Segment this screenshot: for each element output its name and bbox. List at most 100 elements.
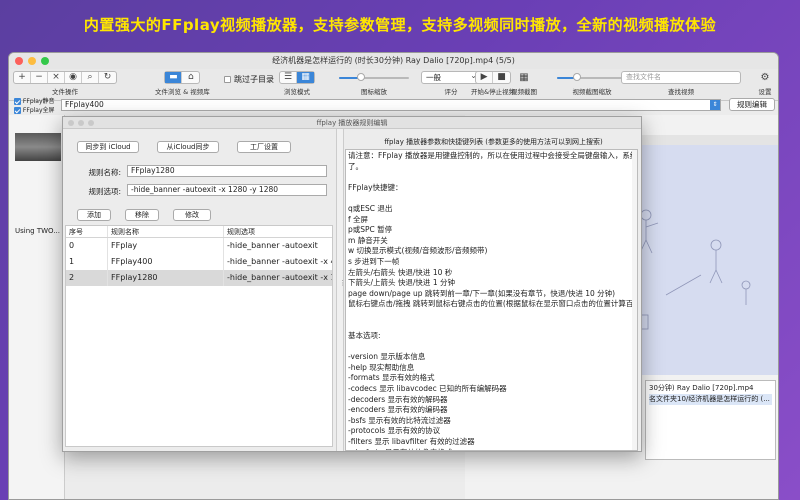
dialog-title: ffplay 播放器规则编辑 bbox=[316, 119, 388, 127]
play-icon[interactable]: ▶ bbox=[476, 72, 494, 83]
settings-group: ⚙ 设置 bbox=[757, 71, 773, 96]
help-line: s 步进到下一帧 bbox=[348, 256, 400, 266]
split-view-divider[interactable]: ⋮ bbox=[336, 129, 346, 451]
list-item[interactable]: 30分钟) Ray Dalio [720p].mp4 bbox=[649, 383, 772, 394]
help-line: f 全屏 bbox=[348, 214, 369, 224]
screenshot-zoom-label: 视频截图缩放 bbox=[572, 88, 612, 96]
help-line: 鼠标右键点击/拖拽 跳转到鼠标右键点击的位置(根据鼠标在显示窗口点击的位置计算百 bbox=[348, 299, 634, 309]
title-bar: 经济机器是怎样运行的 (时长30分钟) Ray Dalio [720p].mp4… bbox=[9, 53, 778, 69]
cell-name: FFplay400 bbox=[108, 254, 224, 270]
fullscreen-option[interactable]: FFplay全屏 bbox=[14, 106, 55, 115]
browse-label: 文件浏览 & 视频库 bbox=[155, 88, 210, 96]
minus-icon[interactable]: − bbox=[31, 72, 48, 83]
help-scrollbar[interactable] bbox=[632, 150, 637, 450]
rule-name-input[interactable]: FFplay1280 bbox=[127, 165, 327, 177]
screenshot-zoom-group: 视频截图缩放 bbox=[557, 71, 627, 96]
skip-dir-option[interactable]: 跳过子目录 bbox=[224, 74, 274, 85]
fullscreen-checkbox[interactable] bbox=[14, 107, 21, 114]
close-icon[interactable]: × bbox=[48, 72, 65, 83]
promo-headline: 内置强大的FFplay视频播放器，支持参数管理，支持多视频同时播放，全新的视频播… bbox=[83, 16, 717, 34]
close-window-button[interactable] bbox=[15, 57, 23, 65]
search-input[interactable]: 查找文件名 bbox=[621, 71, 741, 84]
minimize-window-button[interactable] bbox=[28, 57, 36, 65]
cell-options: -hide_banner -autoexit bbox=[227, 241, 318, 250]
folder-icon[interactable]: ▬ bbox=[165, 72, 183, 83]
column-header-name[interactable]: 规则名称 bbox=[108, 226, 224, 237]
help-line: 左箭头/右箭头 快退/快进 10 秒 bbox=[348, 267, 453, 277]
screenshot-grid-icon[interactable]: ▦ bbox=[513, 71, 535, 84]
skip-dir-checkbox[interactable] bbox=[224, 76, 231, 83]
help-line: 下箭头/上箭头 快退/快进 1 分钟 bbox=[348, 278, 455, 288]
dialog-close-button[interactable] bbox=[68, 120, 74, 126]
help-text-view[interactable]: 请注意：FFplay 播放器是用键盘控制的，所以在使用过程中会接受全局键盘输入，… bbox=[345, 149, 638, 451]
rule-name-label: 规则名称: bbox=[88, 168, 121, 177]
video-list-panel: Using TWO... bbox=[9, 115, 65, 499]
remove-rule-button[interactable]: 移除 bbox=[125, 209, 159, 221]
dialog-zoom-button[interactable] bbox=[88, 120, 94, 126]
video-thumbnail[interactable] bbox=[15, 133, 61, 161]
help-line: 基本选项: bbox=[348, 331, 381, 341]
stop-icon[interactable]: ■ bbox=[493, 72, 510, 83]
cell-options: -hide_banner -autoexit -x 4 bbox=[227, 257, 332, 266]
rule-edit-button[interactable]: 规则编辑 bbox=[729, 98, 775, 111]
rating-label: 评分 bbox=[444, 88, 458, 96]
icon-zoom-group: 图标缩放 bbox=[339, 71, 409, 96]
help-line: -codecs 显示 libavcodec 已知的所有编解码器 bbox=[348, 384, 507, 394]
rule-options-input[interactable]: -hide_banner -autoexit -x 1280 -y 1280 bbox=[127, 184, 327, 196]
sync-from-icloud-button[interactable]: 从iCloud同步 bbox=[157, 141, 219, 153]
help-line: -bsfs 显示有效的比特流过滤器 bbox=[348, 415, 451, 425]
mute-checkbox[interactable] bbox=[14, 98, 21, 105]
sync-to-icloud-button[interactable]: 同步到 iCloud bbox=[77, 141, 139, 153]
table-row-selected[interactable]: 2 FFplay1280 -hide_banner -autoexit -x 1 bbox=[66, 270, 332, 286]
video-info-list: 30分钟) Ray Dalio [720p].mp4 名文件夹10/经济机器是怎… bbox=[645, 380, 776, 460]
cell-name: FFplay1280 bbox=[108, 270, 224, 286]
search-group: 查找文件名 查找视频 bbox=[621, 71, 741, 96]
help-line: -pix_fmts 显示有效的像素格式 bbox=[348, 448, 635, 450]
ffplay-options: FFplay静音 FFplay全屏 bbox=[14, 97, 55, 115]
list-view-icon[interactable]: ☰ bbox=[280, 72, 297, 83]
factory-settings-button[interactable]: 工厂设置 bbox=[237, 141, 291, 153]
list-item[interactable]: 名文件夹10/经济机器是怎样运行的 (... bbox=[649, 394, 772, 405]
file-ops-group: + − × ◉ ⌕ ↻ 文件操作 bbox=[13, 71, 117, 96]
screenshot-label: 视频截图 bbox=[511, 88, 537, 96]
help-line: -filters 显示 libavfilter 有效的过滤器 bbox=[348, 437, 475, 447]
search-icon[interactable]: ⌕ bbox=[82, 72, 99, 83]
column-header-index[interactable]: 序号 bbox=[66, 226, 108, 237]
screenshot-zoom-slider[interactable] bbox=[557, 71, 627, 84]
help-line bbox=[348, 321, 635, 332]
table-row[interactable]: 0 FFplay -hide_banner -autoexit bbox=[66, 238, 332, 254]
play-stop-group: ▶ ■ 开始&停止视频 bbox=[471, 71, 515, 96]
dialog-title-bar: ffplay 播放器规则编辑 bbox=[63, 117, 641, 129]
dialog-minimize-button[interactable] bbox=[78, 120, 84, 126]
help-line bbox=[348, 310, 635, 321]
gear-icon[interactable]: ⚙ bbox=[757, 71, 773, 84]
chevron-down-icon[interactable]: ⇕ bbox=[710, 100, 720, 110]
file-ops-label: 文件操作 bbox=[52, 88, 78, 96]
help-line: 请注意：FFplay 播放器是用键盘控制的，所以在使用过程中会接受全局键盘输入，… bbox=[348, 151, 638, 160]
help-line: -protocols 显示有效的协议 bbox=[348, 426, 441, 436]
cell-options: -hide_banner -autoexit -x 1 bbox=[227, 273, 332, 282]
cell-index: 1 bbox=[66, 254, 108, 270]
cell-index: 2 bbox=[66, 270, 108, 286]
rule-select-value: FFplay400 bbox=[65, 100, 104, 109]
table-row[interactable]: 1 FFplay400 -hide_banner -autoexit -x 4 bbox=[66, 254, 332, 270]
add-rule-button[interactable]: 添加 bbox=[77, 209, 111, 221]
rule-select[interactable]: FFplay400 ⇕ bbox=[61, 99, 721, 111]
icon-zoom-label: 图标缩放 bbox=[361, 88, 387, 96]
eye-icon[interactable]: ◉ bbox=[65, 72, 82, 83]
help-line: -encoders 显示有效的编码器 bbox=[348, 405, 448, 415]
modify-rule-button[interactable]: 修改 bbox=[173, 209, 211, 221]
add-icon[interactable]: + bbox=[14, 72, 31, 83]
home-icon[interactable]: ⌂ bbox=[182, 72, 199, 83]
refresh-icon[interactable]: ↻ bbox=[99, 72, 116, 83]
help-line bbox=[348, 342, 635, 353]
zoom-window-button[interactable] bbox=[41, 57, 49, 65]
grid-view-icon[interactable]: ▦ bbox=[297, 72, 314, 83]
window-title: 经济机器是怎样运行的 (时长30分钟) Ray Dalio [720p].mp4… bbox=[272, 56, 515, 65]
help-line: -version 显示版本信息 bbox=[348, 352, 426, 362]
mute-option[interactable]: FFplay静音 bbox=[14, 97, 55, 106]
help-line: 了。 bbox=[348, 161, 363, 171]
help-line: m 静音开关 bbox=[348, 235, 388, 245]
column-header-options[interactable]: 规则选项 bbox=[224, 226, 332, 237]
icon-zoom-slider[interactable] bbox=[339, 71, 409, 84]
